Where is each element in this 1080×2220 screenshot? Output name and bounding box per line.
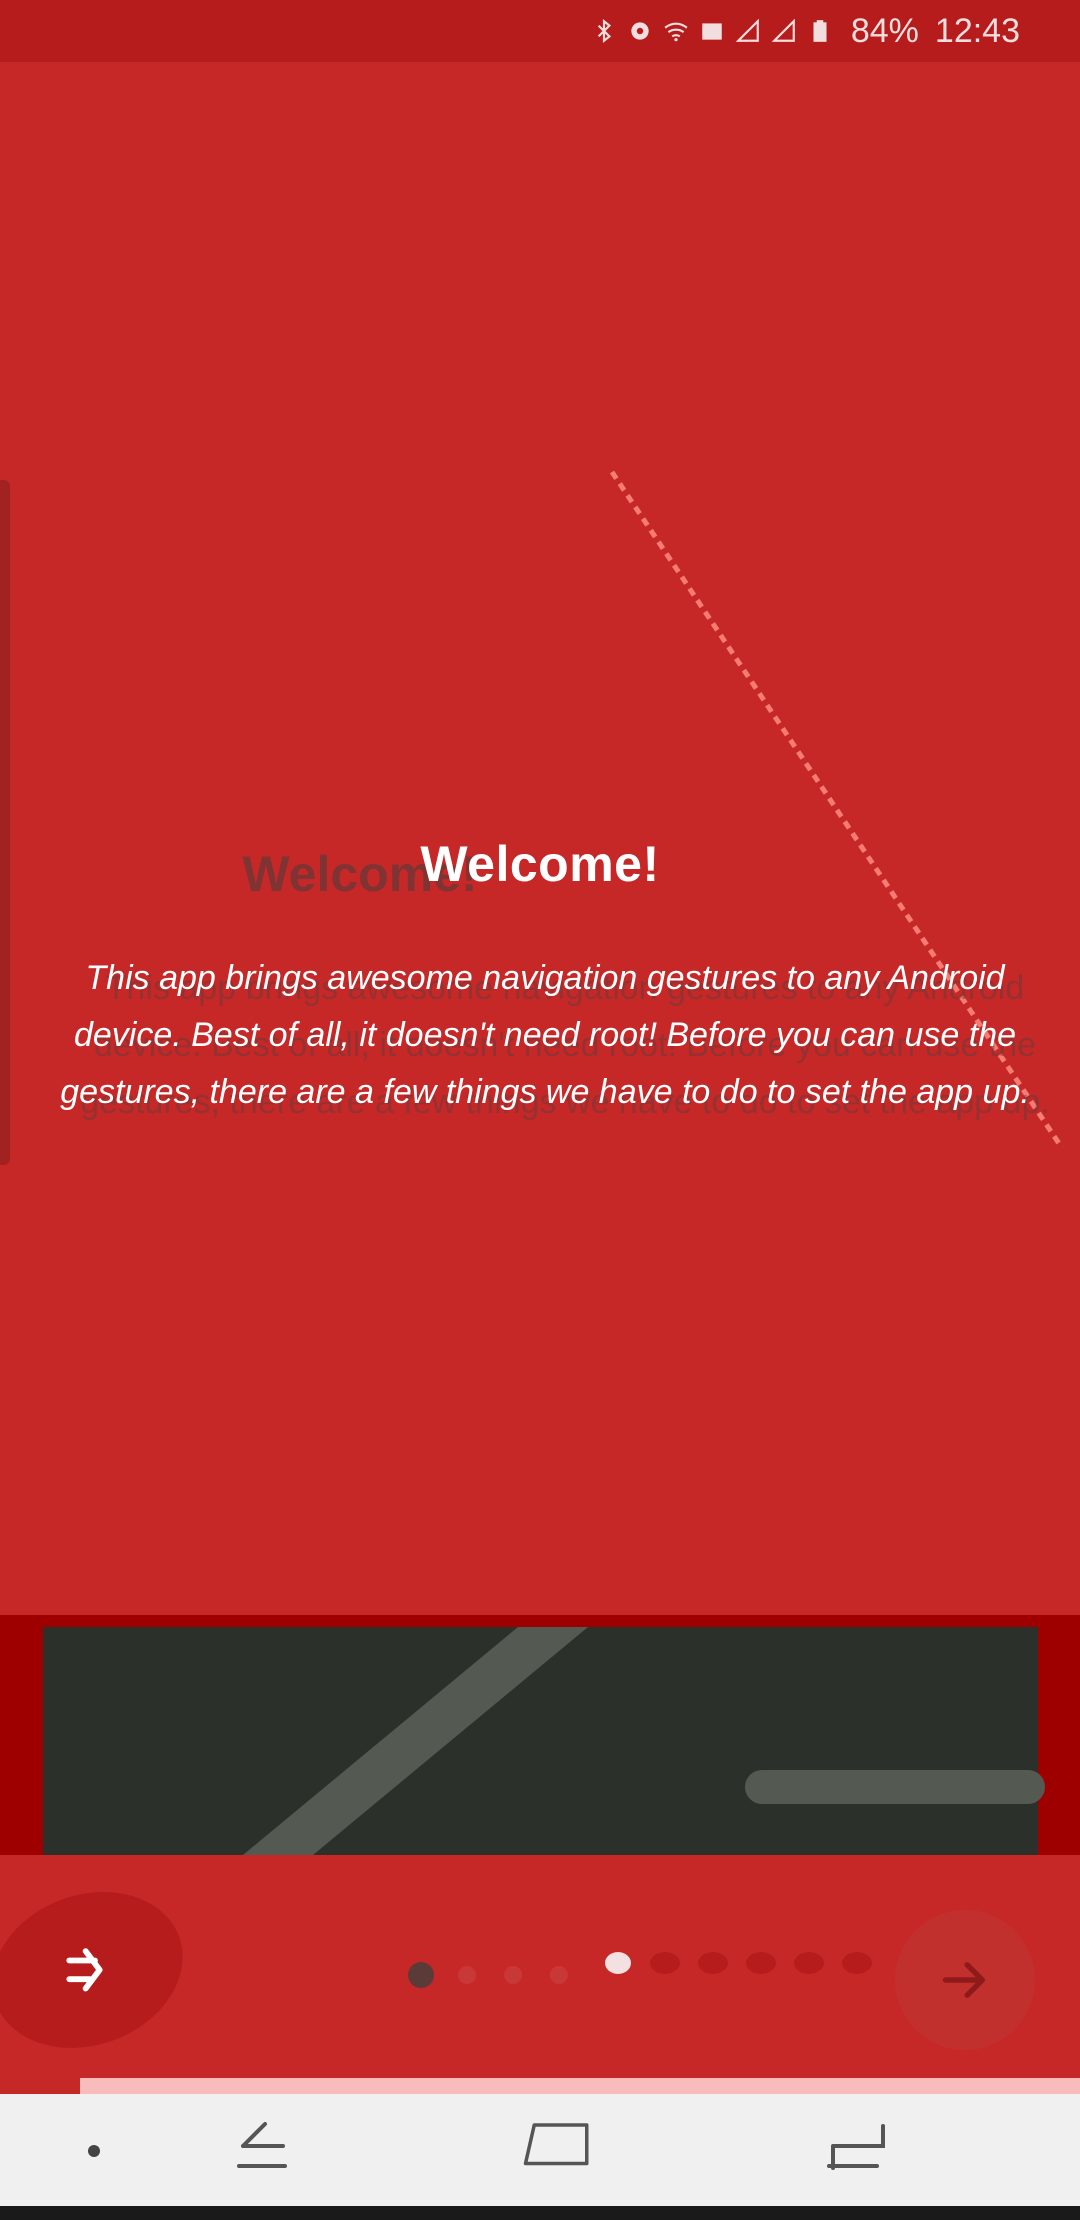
page-dot [698,1952,728,1974]
signal-icon-2 [771,16,797,46]
nav-dot-icon[interactable] [85,2142,103,2160]
next-button[interactable] [895,1910,1035,2050]
gps-icon [627,16,653,46]
wifi-icon [663,16,689,46]
page-dot [794,1952,824,1974]
next-arrow-icon [942,1962,986,1998]
page-dot [650,1952,680,1974]
battery-icon [807,16,833,46]
bluetooth-icon [591,16,617,46]
navigation-bar [0,2094,1080,2206]
home-gesture-icon[interactable] [522,2116,592,2176]
page-dot [842,1952,872,1974]
page-description: This app brings awesome navigation gestu… [60,959,1030,1111]
back-gesture-icon[interactable] [225,2116,295,2176]
status-bar: 84% 12:43 [0,0,1080,62]
edge-gesture-handle[interactable] [0,480,10,1165]
welcome-screen: 84% 12:43 Welcome! Welcome! This app bri… [0,0,1080,2220]
gesture-preview-stripe [243,1627,588,1855]
page-title: Welcome! [420,836,660,892]
skip-arrow-icon [65,1948,103,1992]
gesture-preview-pill [745,1770,1045,1804]
battery-percentage: 84% [850,11,919,50]
signal-icon-1 [735,16,761,46]
recents-gesture-icon[interactable] [825,2116,895,2176]
page-indicator [400,1950,880,2000]
status-time: 12:43 [934,11,1020,50]
page-dot-active [408,1962,434,1988]
gesture-preview-screen [43,1627,1038,1855]
page-dot [550,1966,568,1984]
page-dot-highlight [605,1952,631,1974]
screen-bottom-edge [0,2206,1080,2220]
skip-button[interactable] [0,1866,205,2074]
status-icons [591,16,833,46]
page-dot [746,1952,776,1974]
data-icon [699,16,725,46]
accent-strip [80,2078,1080,2094]
page-dot [504,1966,522,1984]
page-dot [458,1966,476,1984]
